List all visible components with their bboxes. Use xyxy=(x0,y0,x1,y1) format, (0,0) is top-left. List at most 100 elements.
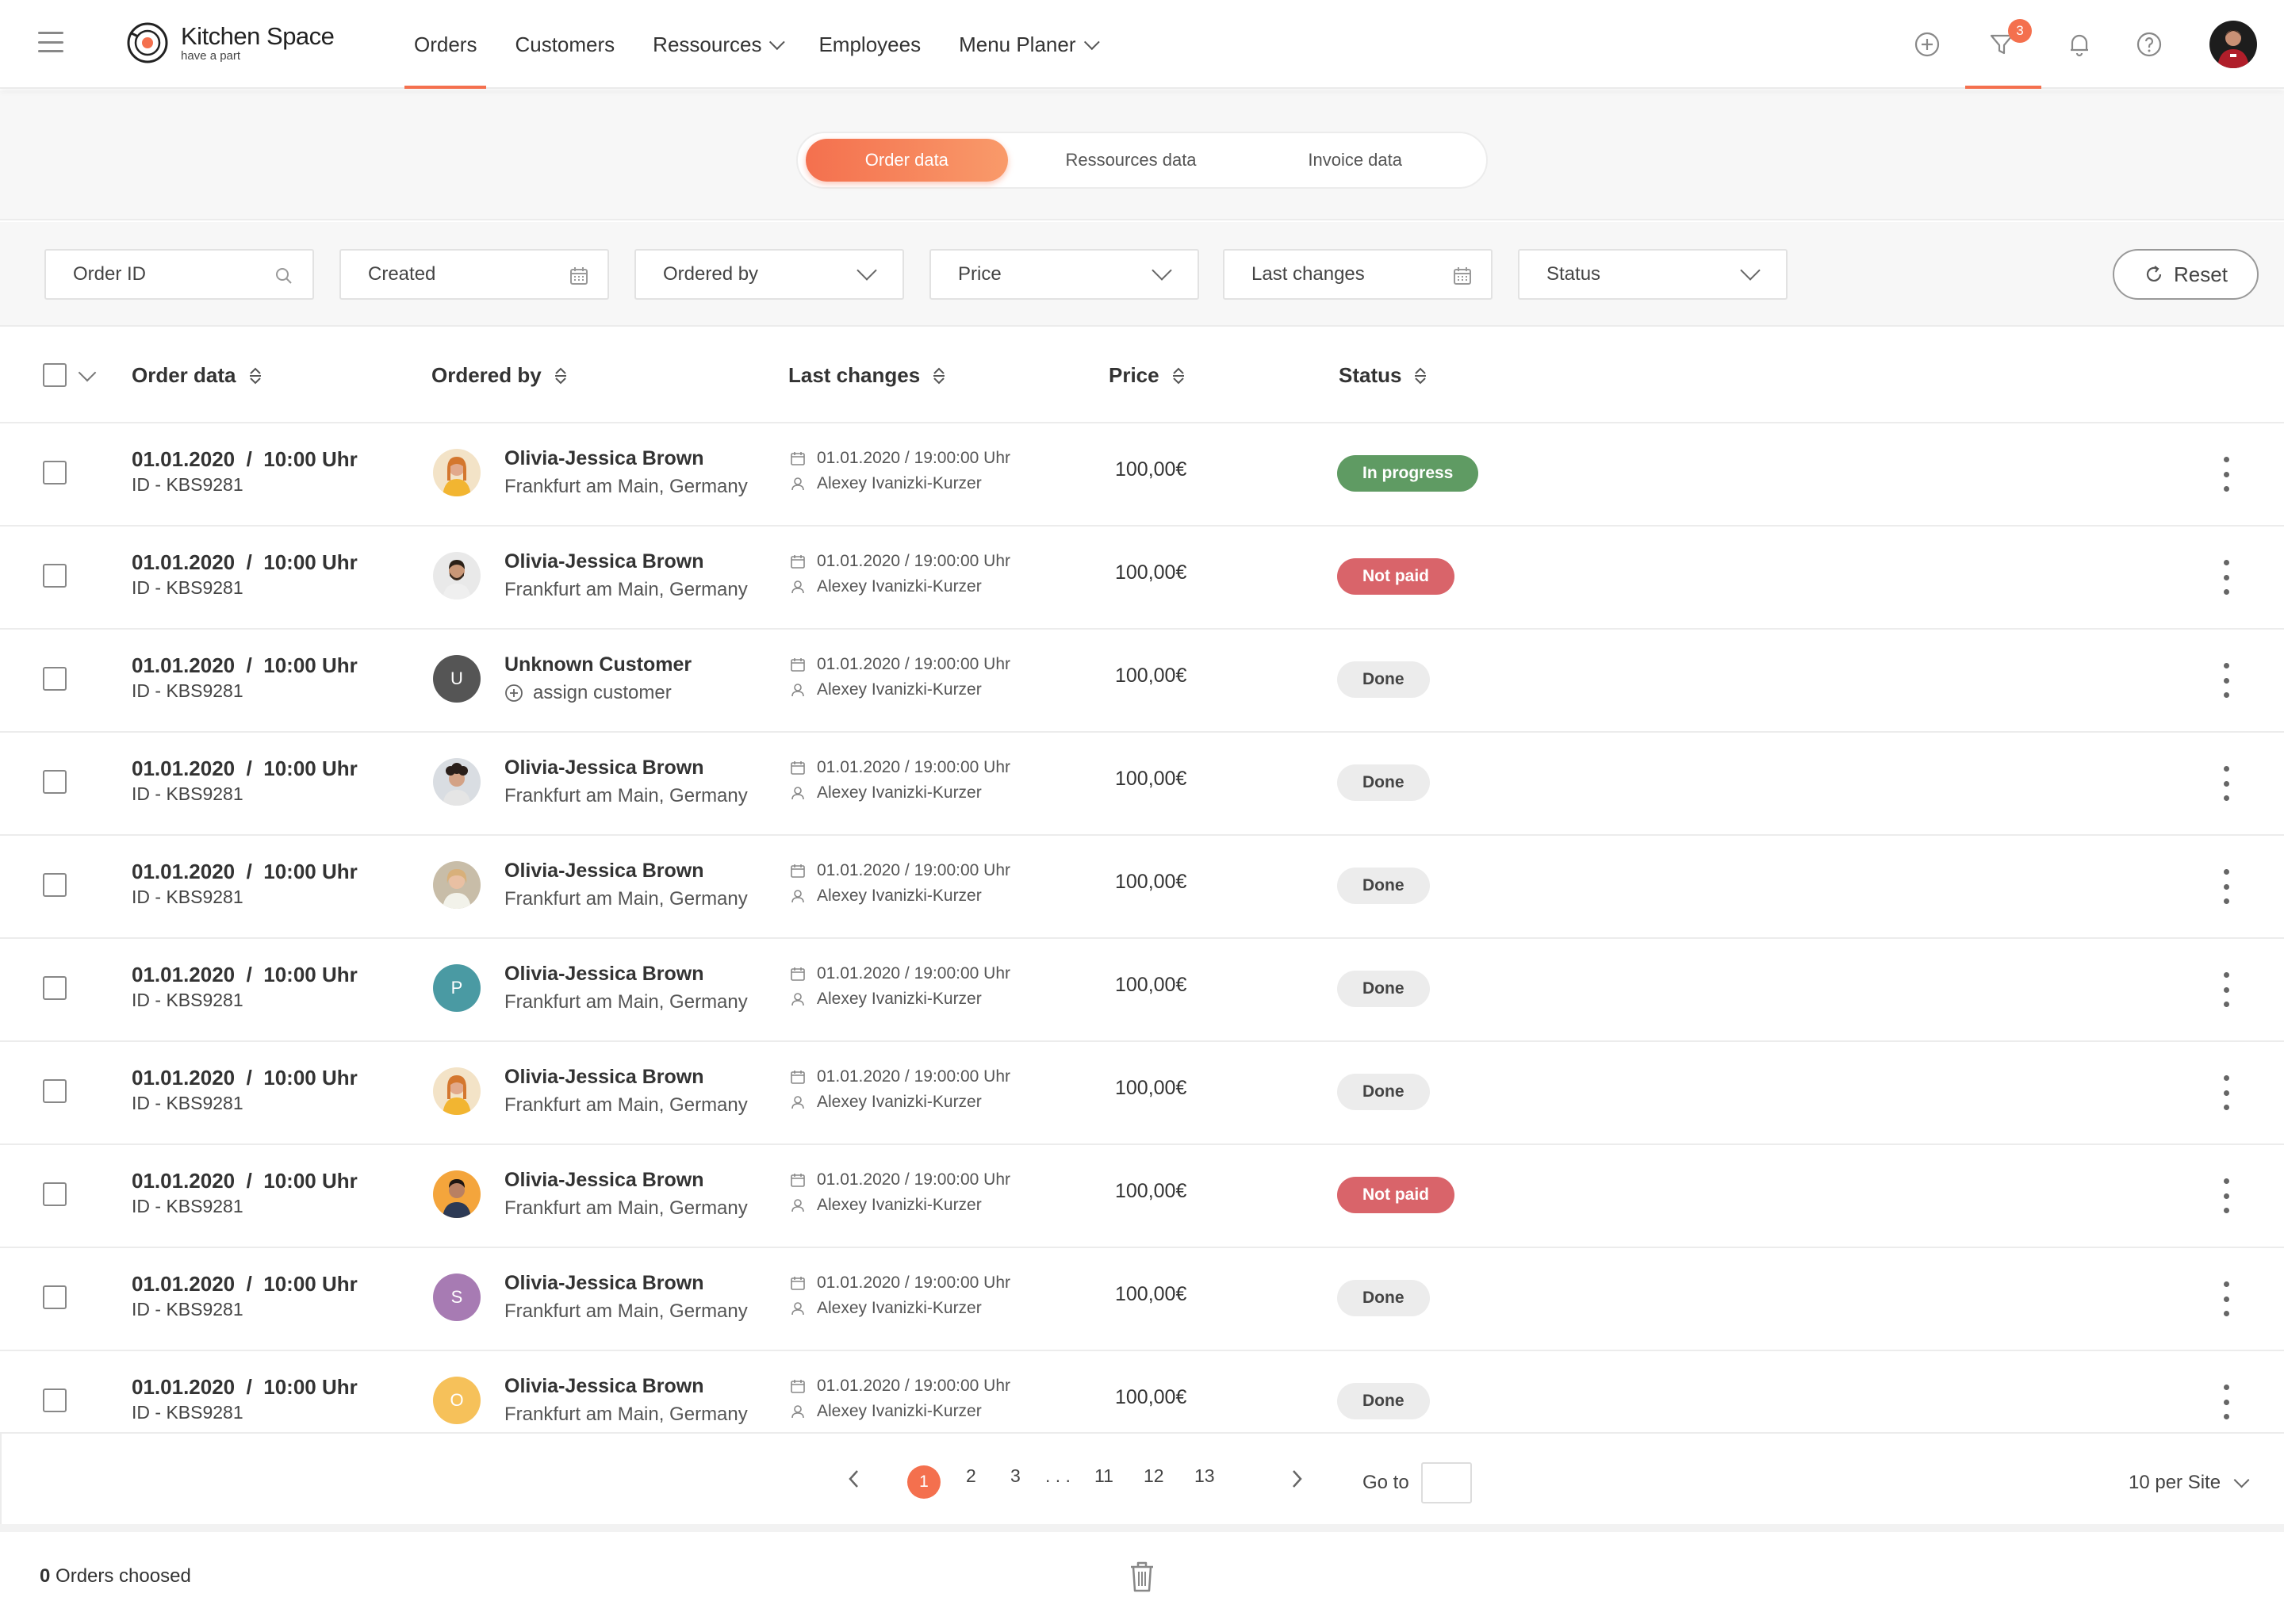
calendar-icon xyxy=(791,658,805,672)
order-price: 100,00€ xyxy=(1115,768,1187,790)
user-avatar-image xyxy=(2209,21,2257,68)
customer-photo xyxy=(433,758,481,806)
more-options-icon[interactable] xyxy=(2216,972,2236,1007)
ordered-by-filter[interactable]: Ordered by xyxy=(634,249,904,300)
tab-order-data[interactable]: Order data xyxy=(806,139,1008,182)
order-id: ID - KBS9281 xyxy=(132,474,243,495)
select-all-checkbox[interactable] xyxy=(43,363,67,387)
nav-menu-planer[interactable]: Menu Planer xyxy=(949,0,1104,89)
row-checkbox[interactable] xyxy=(43,1388,67,1412)
last-changed-by: Alexey Ivanizki-Kurzer xyxy=(790,1093,982,1112)
per-site-select[interactable]: 10 per Site xyxy=(2129,1472,2250,1494)
table-row[interactable]: 01.01.2020 / 10:00 Uhr ID - KBS9281 Olivia… xyxy=(0,733,2284,836)
order-date: 01.01.2020 / 10:00 Uhr xyxy=(132,447,358,471)
row-checkbox[interactable] xyxy=(43,1182,67,1206)
table-row[interactable]: 01.01.2020 / 10:00 Uhr ID - KBS9281 O Olivi… xyxy=(0,1351,2284,1431)
chosen-count-label: Orders choosed xyxy=(56,1565,191,1587)
trash-icon[interactable] xyxy=(1126,1559,1158,1594)
customer-name[interactable]: Unknown Customer xyxy=(504,653,692,676)
last-changed-by: Alexey Ivanizki-Kurzer xyxy=(790,1196,982,1215)
reset-button[interactable]: Reset xyxy=(2113,249,2259,300)
row-checkbox[interactable] xyxy=(43,461,67,485)
table-row[interactable]: 01.01.2020 / 10:00 Uhr ID - KBS9281 S Olivi… xyxy=(0,1248,2284,1351)
chevron-right-icon[interactable] xyxy=(1286,1467,1307,1491)
order-id-filter[interactable]: Order ID xyxy=(44,249,314,300)
bell-icon[interactable] xyxy=(2065,30,2094,59)
page-1[interactable]: 1 xyxy=(907,1465,941,1499)
status-filter[interactable]: Status xyxy=(1518,249,1788,300)
more-options-icon[interactable] xyxy=(2216,457,2236,492)
row-checkbox[interactable] xyxy=(43,770,67,794)
page-13[interactable]: 13 xyxy=(1194,1465,1215,1487)
table-row[interactable]: 01.01.2020 / 10:00 Uhr ID - KBS9281 Olivia… xyxy=(0,527,2284,630)
customer-name[interactable]: Olivia-Jessica Brown xyxy=(504,1169,704,1192)
customer-name[interactable]: Olivia-Jessica Brown xyxy=(504,860,704,883)
nav-customers[interactable]: Customers xyxy=(505,0,624,89)
nav-orders[interactable]: Orders xyxy=(404,0,487,89)
menu-icon[interactable] xyxy=(38,32,63,52)
calendar-icon xyxy=(570,267,588,285)
page-12[interactable]: 12 xyxy=(1144,1465,1164,1487)
add-circle-icon[interactable] xyxy=(1913,30,1941,59)
table-row[interactable]: 01.01.2020 / 10:00 Uhr ID - KBS9281 Olivia… xyxy=(0,836,2284,939)
created-filter[interactable]: Created xyxy=(339,249,609,300)
customer-location-text: Frankfurt am Main, Germany xyxy=(504,579,748,600)
calendar-icon xyxy=(1454,267,1471,285)
page-3[interactable]: 3 xyxy=(1010,1465,1021,1487)
table-row[interactable]: 01.01.2020 / 10:00 Uhr ID - KBS9281 Olivia… xyxy=(0,1042,2284,1145)
page-2[interactable]: 2 xyxy=(966,1465,976,1487)
data-segmented-control: Order data Ressources data Invoice data xyxy=(796,132,1488,189)
nav-employees[interactable]: Employees xyxy=(809,0,930,89)
logo-icon xyxy=(127,22,168,63)
column-price[interactable]: Price xyxy=(1109,363,1186,388)
more-options-icon[interactable] xyxy=(2216,560,2236,595)
row-checkbox[interactable] xyxy=(43,1079,67,1103)
more-options-icon[interactable] xyxy=(2216,869,2236,904)
app-logo[interactable]: Kitchen Space have a part xyxy=(125,21,335,65)
more-options-icon[interactable] xyxy=(2216,1281,2236,1316)
nav-customers-label: Customers xyxy=(515,32,615,56)
help-icon[interactable] xyxy=(2135,30,2163,59)
table-row[interactable]: 01.01.2020 / 10:00 Uhr ID - KBS9281 Olivia… xyxy=(0,1145,2284,1248)
row-checkbox[interactable] xyxy=(43,873,67,897)
customer-name[interactable]: Olivia-Jessica Brown xyxy=(504,1272,704,1295)
goto-page-input[interactable] xyxy=(1421,1462,1472,1503)
customer-name[interactable]: Olivia-Jessica Brown xyxy=(504,550,704,573)
column-last-changes[interactable]: Last changes xyxy=(788,363,947,388)
tab-invoice-data[interactable]: Invoice data xyxy=(1254,139,1456,182)
assign-customer-link[interactable]: assign customer xyxy=(504,682,672,704)
customer-location: Frankfurt am Main, Germany xyxy=(504,1404,748,1426)
customer-name[interactable]: Olivia-Jessica Brown xyxy=(504,756,704,779)
customer-location: Frankfurt am Main, Germany xyxy=(504,1197,748,1220)
row-checkbox[interactable] xyxy=(43,564,67,588)
filter-button[interactable]: 3 xyxy=(1965,0,2041,89)
customer-name[interactable]: Olivia-Jessica Brown xyxy=(504,963,704,986)
user-icon xyxy=(791,787,804,800)
tab-ressources-data[interactable]: Ressources data xyxy=(1030,139,1232,182)
row-checkbox[interactable] xyxy=(43,976,67,1000)
more-options-icon[interactable] xyxy=(2216,1385,2236,1419)
price-filter[interactable]: Price xyxy=(929,249,1199,300)
customer-name[interactable]: Olivia-Jessica Brown xyxy=(504,1066,704,1089)
column-ordered-by[interactable]: Ordered by xyxy=(431,363,569,388)
more-options-icon[interactable] xyxy=(2216,766,2236,801)
row-checkbox[interactable] xyxy=(43,1285,67,1309)
table-row[interactable]: 01.01.2020 / 10:00 Uhr ID - KBS9281 P Olivi… xyxy=(0,939,2284,1042)
more-options-icon[interactable] xyxy=(2216,663,2236,698)
column-status[interactable]: Status xyxy=(1339,363,1428,388)
customer-name[interactable]: Olivia-Jessica Brown xyxy=(504,1375,704,1398)
customer-location-text: Frankfurt am Main, Germany xyxy=(504,1197,748,1219)
more-options-icon[interactable] xyxy=(2216,1178,2236,1213)
sort-icon xyxy=(1172,367,1184,384)
page-11[interactable]: 11 xyxy=(1094,1465,1113,1487)
chevron-left-icon[interactable] xyxy=(844,1467,864,1491)
table-row[interactable]: 01.01.2020 / 10:00 Uhr ID - KBS9281 Olivia… xyxy=(0,423,2284,527)
table-row[interactable]: 01.01.2020 / 10:00 Uhr ID - KBS9281 U Unkno… xyxy=(0,630,2284,733)
more-options-icon[interactable] xyxy=(2216,1075,2236,1110)
column-order-data[interactable]: Order data xyxy=(132,363,263,388)
last-changes-filter[interactable]: Last changes xyxy=(1223,249,1493,300)
nav-ressources[interactable]: Ressources xyxy=(643,0,790,89)
user-avatar[interactable] xyxy=(2209,21,2257,68)
customer-name[interactable]: Olivia-Jessica Brown xyxy=(504,447,704,470)
row-checkbox[interactable] xyxy=(43,667,67,691)
